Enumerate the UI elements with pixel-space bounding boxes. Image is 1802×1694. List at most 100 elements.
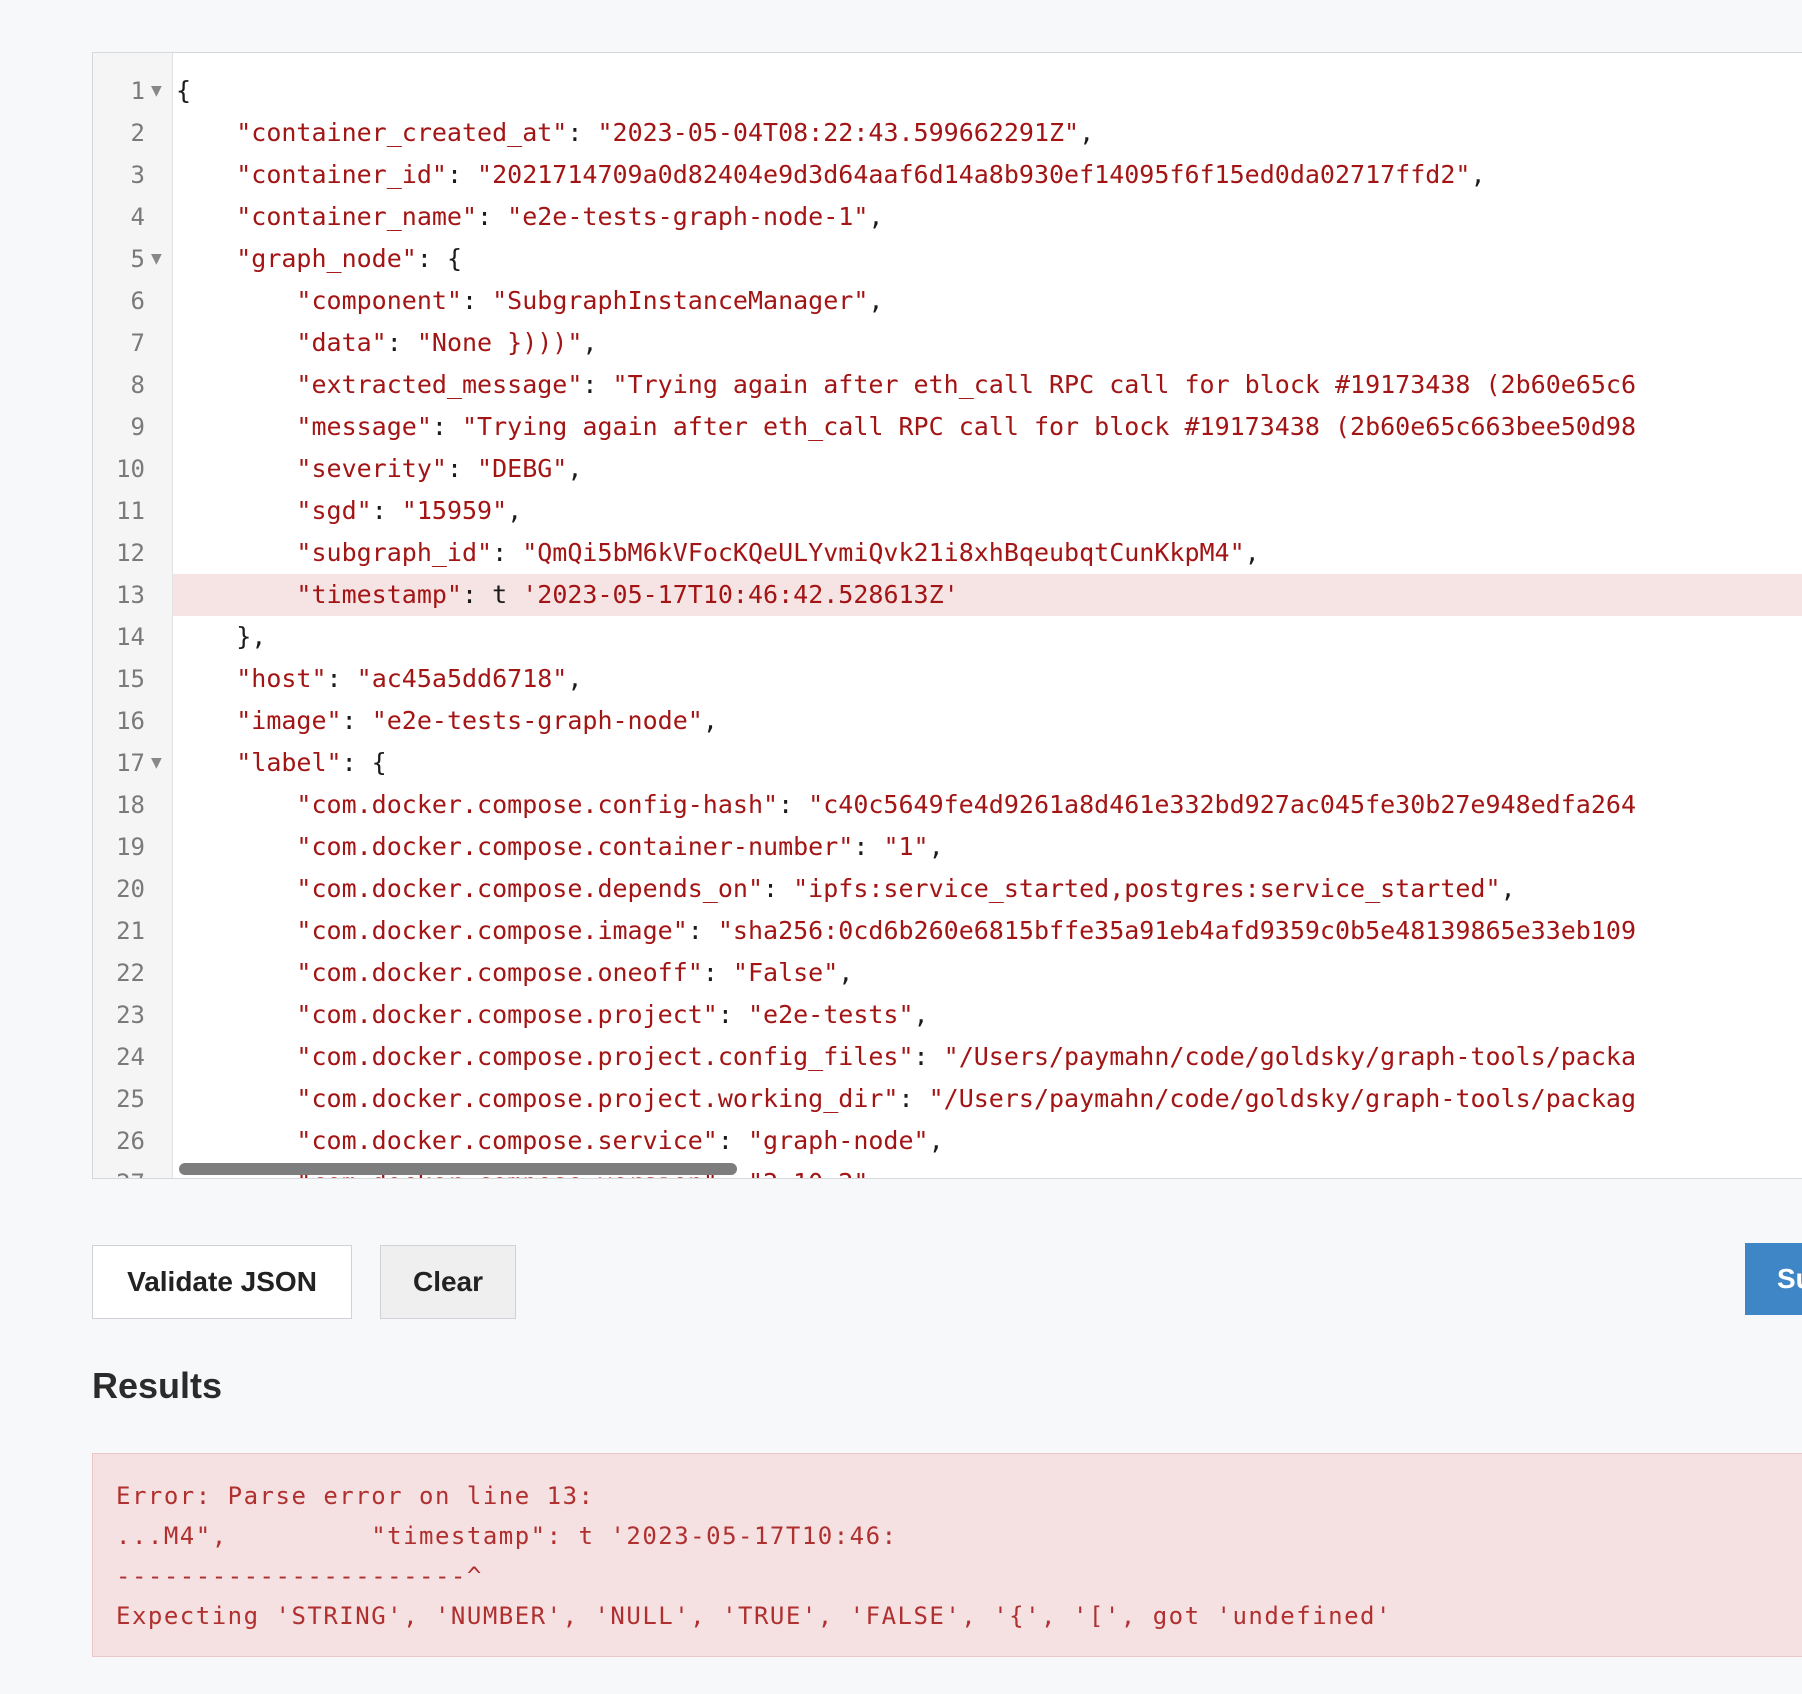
json-punctuation-token: : [853, 832, 884, 861]
code-line[interactable]: 10 "severity": "DEBG", [93, 448, 1802, 490]
code-text[interactable]: "timestamp": t '2023-05-17T10:46:42.5286… [173, 574, 1802, 616]
line-number: 1 [130, 77, 145, 105]
code-text[interactable]: "com.docker.compose.project.config_files… [173, 1036, 1802, 1078]
code-line[interactable]: 1 ▼ { [93, 70, 1802, 112]
code-text[interactable]: "container_created_at": "2023-05-04T08:2… [173, 112, 1802, 154]
code-line[interactable]: 3 "container_id": "2021714709a0d82404e9d… [93, 154, 1802, 196]
code-line[interactable]: 23 "com.docker.compose.project": "e2e-te… [93, 994, 1802, 1036]
json-punctuation-token: , [928, 1126, 944, 1155]
clear-button[interactable]: Clear [380, 1245, 516, 1319]
code-line[interactable]: 11 "sgd": "15959", [93, 490, 1802, 532]
line-number: 7 [130, 329, 145, 357]
json-punctuation-token [176, 1000, 296, 1029]
code-line[interactable]: 4 "container_name": "e2e-tests-graph-nod… [93, 196, 1802, 238]
code-text[interactable]: "container_id": "2021714709a0d82404e9d3d… [173, 154, 1802, 196]
code-line[interactable]: 16 "image": "e2e-tests-graph-node", [93, 700, 1802, 742]
code-text[interactable]: "com.docker.compose.config-hash": "c40c5… [173, 784, 1802, 826]
json-string-token: "extracted_message" [296, 370, 583, 399]
code-line[interactable]: 12 "subgraph_id": "QmQi5bM6kVFocKQeULYvm… [93, 532, 1802, 574]
line-number: 2 [130, 119, 145, 147]
code-line[interactable]: 20 "com.docker.compose.depends_on": "ipf… [93, 868, 1802, 910]
code-text[interactable]: "container_name": "e2e-tests-graph-node-… [173, 196, 1802, 238]
fold-toggle-icon[interactable]: ▼ [151, 238, 162, 280]
json-string-token: "data" [296, 328, 387, 357]
code-text[interactable]: "subgraph_id": "QmQi5bM6kVFocKQeULYvmiQv… [173, 532, 1802, 574]
line-number: 15 [116, 665, 145, 693]
line-number: 11 [116, 497, 145, 525]
code-line[interactable]: 17 ▼ "label": { [93, 742, 1802, 784]
code-text[interactable]: { [173, 70, 1802, 112]
code-line[interactable]: 24 "com.docker.compose.project.config_fi… [93, 1036, 1802, 1078]
fold-toggle-icon[interactable]: ▼ [151, 70, 162, 112]
json-string-token: "Trying again after eth_call RPC call fo… [462, 412, 1636, 441]
code-line[interactable]: 14 }, [93, 616, 1802, 658]
json-punctuation-token [176, 958, 296, 987]
code-line[interactable]: 6 "component": "SubgraphInstanceManager"… [93, 280, 1802, 322]
json-punctuation-token: : [446, 160, 478, 189]
code-text[interactable]: "com.docker.compose.image": "sha256:0cd6… [173, 910, 1802, 952]
json-string-token: "/Users/paymahn/code/goldsky/graph-tools… [943, 1042, 1636, 1071]
code-text[interactable]: "label": { [173, 742, 1802, 784]
json-punctuation-token: , [868, 286, 884, 315]
line-number: 22 [116, 959, 145, 987]
json-punctuation-token [176, 118, 236, 147]
json-string-token: "graph-node" [747, 1126, 929, 1155]
code-text[interactable]: "data": "None })))", [173, 322, 1802, 364]
json-punctuation-token: , [1244, 538, 1260, 567]
code-text[interactable]: "host": "ac45a5dd6718", [173, 658, 1802, 700]
code-text[interactable]: "com.docker.compose.service": "graph-nod… [173, 1120, 1802, 1162]
json-punctuation-token [176, 580, 296, 609]
json-editor[interactable]: 1 ▼{2 "container_created_at": "2023-05-04… [92, 52, 1802, 1179]
code-line[interactable]: 22 "com.docker.compose.oneoff": "False", [93, 952, 1802, 994]
code-line[interactable]: 2 "container_created_at": "2023-05-04T08… [93, 112, 1802, 154]
code-text[interactable]: "message": "Trying again after eth_call … [173, 406, 1802, 448]
json-punctuation-token [176, 244, 236, 273]
code-text[interactable]: "com.docker.compose.project": "e2e-tests… [173, 994, 1802, 1036]
code-text[interactable]: "com.docker.compose.oneoff": "False", [173, 952, 1802, 994]
code-text[interactable]: "graph_node": { [173, 238, 1802, 280]
code-line[interactable]: 19 "com.docker.compose.container-number"… [93, 826, 1802, 868]
line-number: 4 [130, 203, 145, 231]
json-string-token: "e2e-tests" [747, 1000, 914, 1029]
json-punctuation-token: , [1500, 874, 1516, 903]
submit-button[interactable]: Su [1745, 1243, 1802, 1315]
horizontal-scrollbar[interactable] [179, 1163, 737, 1175]
code-text[interactable]: "image": "e2e-tests-graph-node", [173, 700, 1802, 742]
code-text[interactable]: }, [173, 616, 1802, 658]
validate-json-button[interactable]: Validate JSON [92, 1245, 352, 1319]
json-punctuation-token [176, 286, 296, 315]
json-string-token: "timestamp" [296, 580, 462, 609]
json-punctuation-token [176, 202, 236, 231]
json-punctuation-token: : { [416, 244, 462, 273]
json-string-token: "com.docker.compose.depends_on" [296, 874, 764, 903]
code-text[interactable]: "extracted_message": "Trying again after… [173, 364, 1802, 406]
json-string-token: "com.docker.compose.project" [296, 1000, 718, 1029]
code-line[interactable]: 26 "com.docker.compose.service": "graph-… [93, 1120, 1802, 1162]
code-text[interactable]: "com.docker.compose.project.working_dir"… [173, 1078, 1802, 1120]
json-string-token: "severity" [296, 454, 447, 483]
code-line-error[interactable]: 13 "timestamp": t '2023-05-17T10:46:42.5… [93, 574, 1802, 616]
json-punctuation-token: : [717, 1000, 748, 1029]
code-line[interactable]: 8 "extracted_message": "Trying again aft… [93, 364, 1802, 406]
code-text[interactable]: "sgd": "15959", [173, 490, 1802, 532]
code-lines[interactable]: 1 ▼{2 "container_created_at": "2023-05-04… [93, 70, 1802, 1178]
code-line[interactable]: 5 ▼ "graph_node": { [93, 238, 1802, 280]
code-line[interactable]: 21 "com.docker.compose.image": "sha256:0… [93, 910, 1802, 952]
code-text[interactable]: "severity": "DEBG", [173, 448, 1802, 490]
json-punctuation-token [176, 748, 236, 777]
json-punctuation-token [176, 454, 296, 483]
code-line[interactable]: 7 "data": "None })))", [93, 322, 1802, 364]
json-punctuation-token [176, 916, 296, 945]
code-line[interactable]: 9 "message": "Trying again after eth_cal… [93, 406, 1802, 448]
code-text[interactable]: "com.docker.compose.depends_on": "ipfs:s… [173, 868, 1802, 910]
code-line[interactable]: 18 "com.docker.compose.config-hash": "c4… [93, 784, 1802, 826]
code-text[interactable]: "com.docker.compose.container-number": "… [173, 826, 1802, 868]
code-line[interactable]: 25 "com.docker.compose.project.working_d… [93, 1078, 1802, 1120]
fold-toggle-icon[interactable]: ▼ [151, 742, 162, 784]
json-punctuation-token: , [1079, 118, 1095, 147]
code-line[interactable]: 15 "host": "ac45a5dd6718", [93, 658, 1802, 700]
json-punctuation-token: : [717, 1126, 748, 1155]
json-punctuation-token: : [371, 496, 402, 525]
code-text[interactable]: "component": "SubgraphInstanceManager", [173, 280, 1802, 322]
json-string-token: "ipfs:service_started,postgres:service_s… [793, 874, 1501, 903]
